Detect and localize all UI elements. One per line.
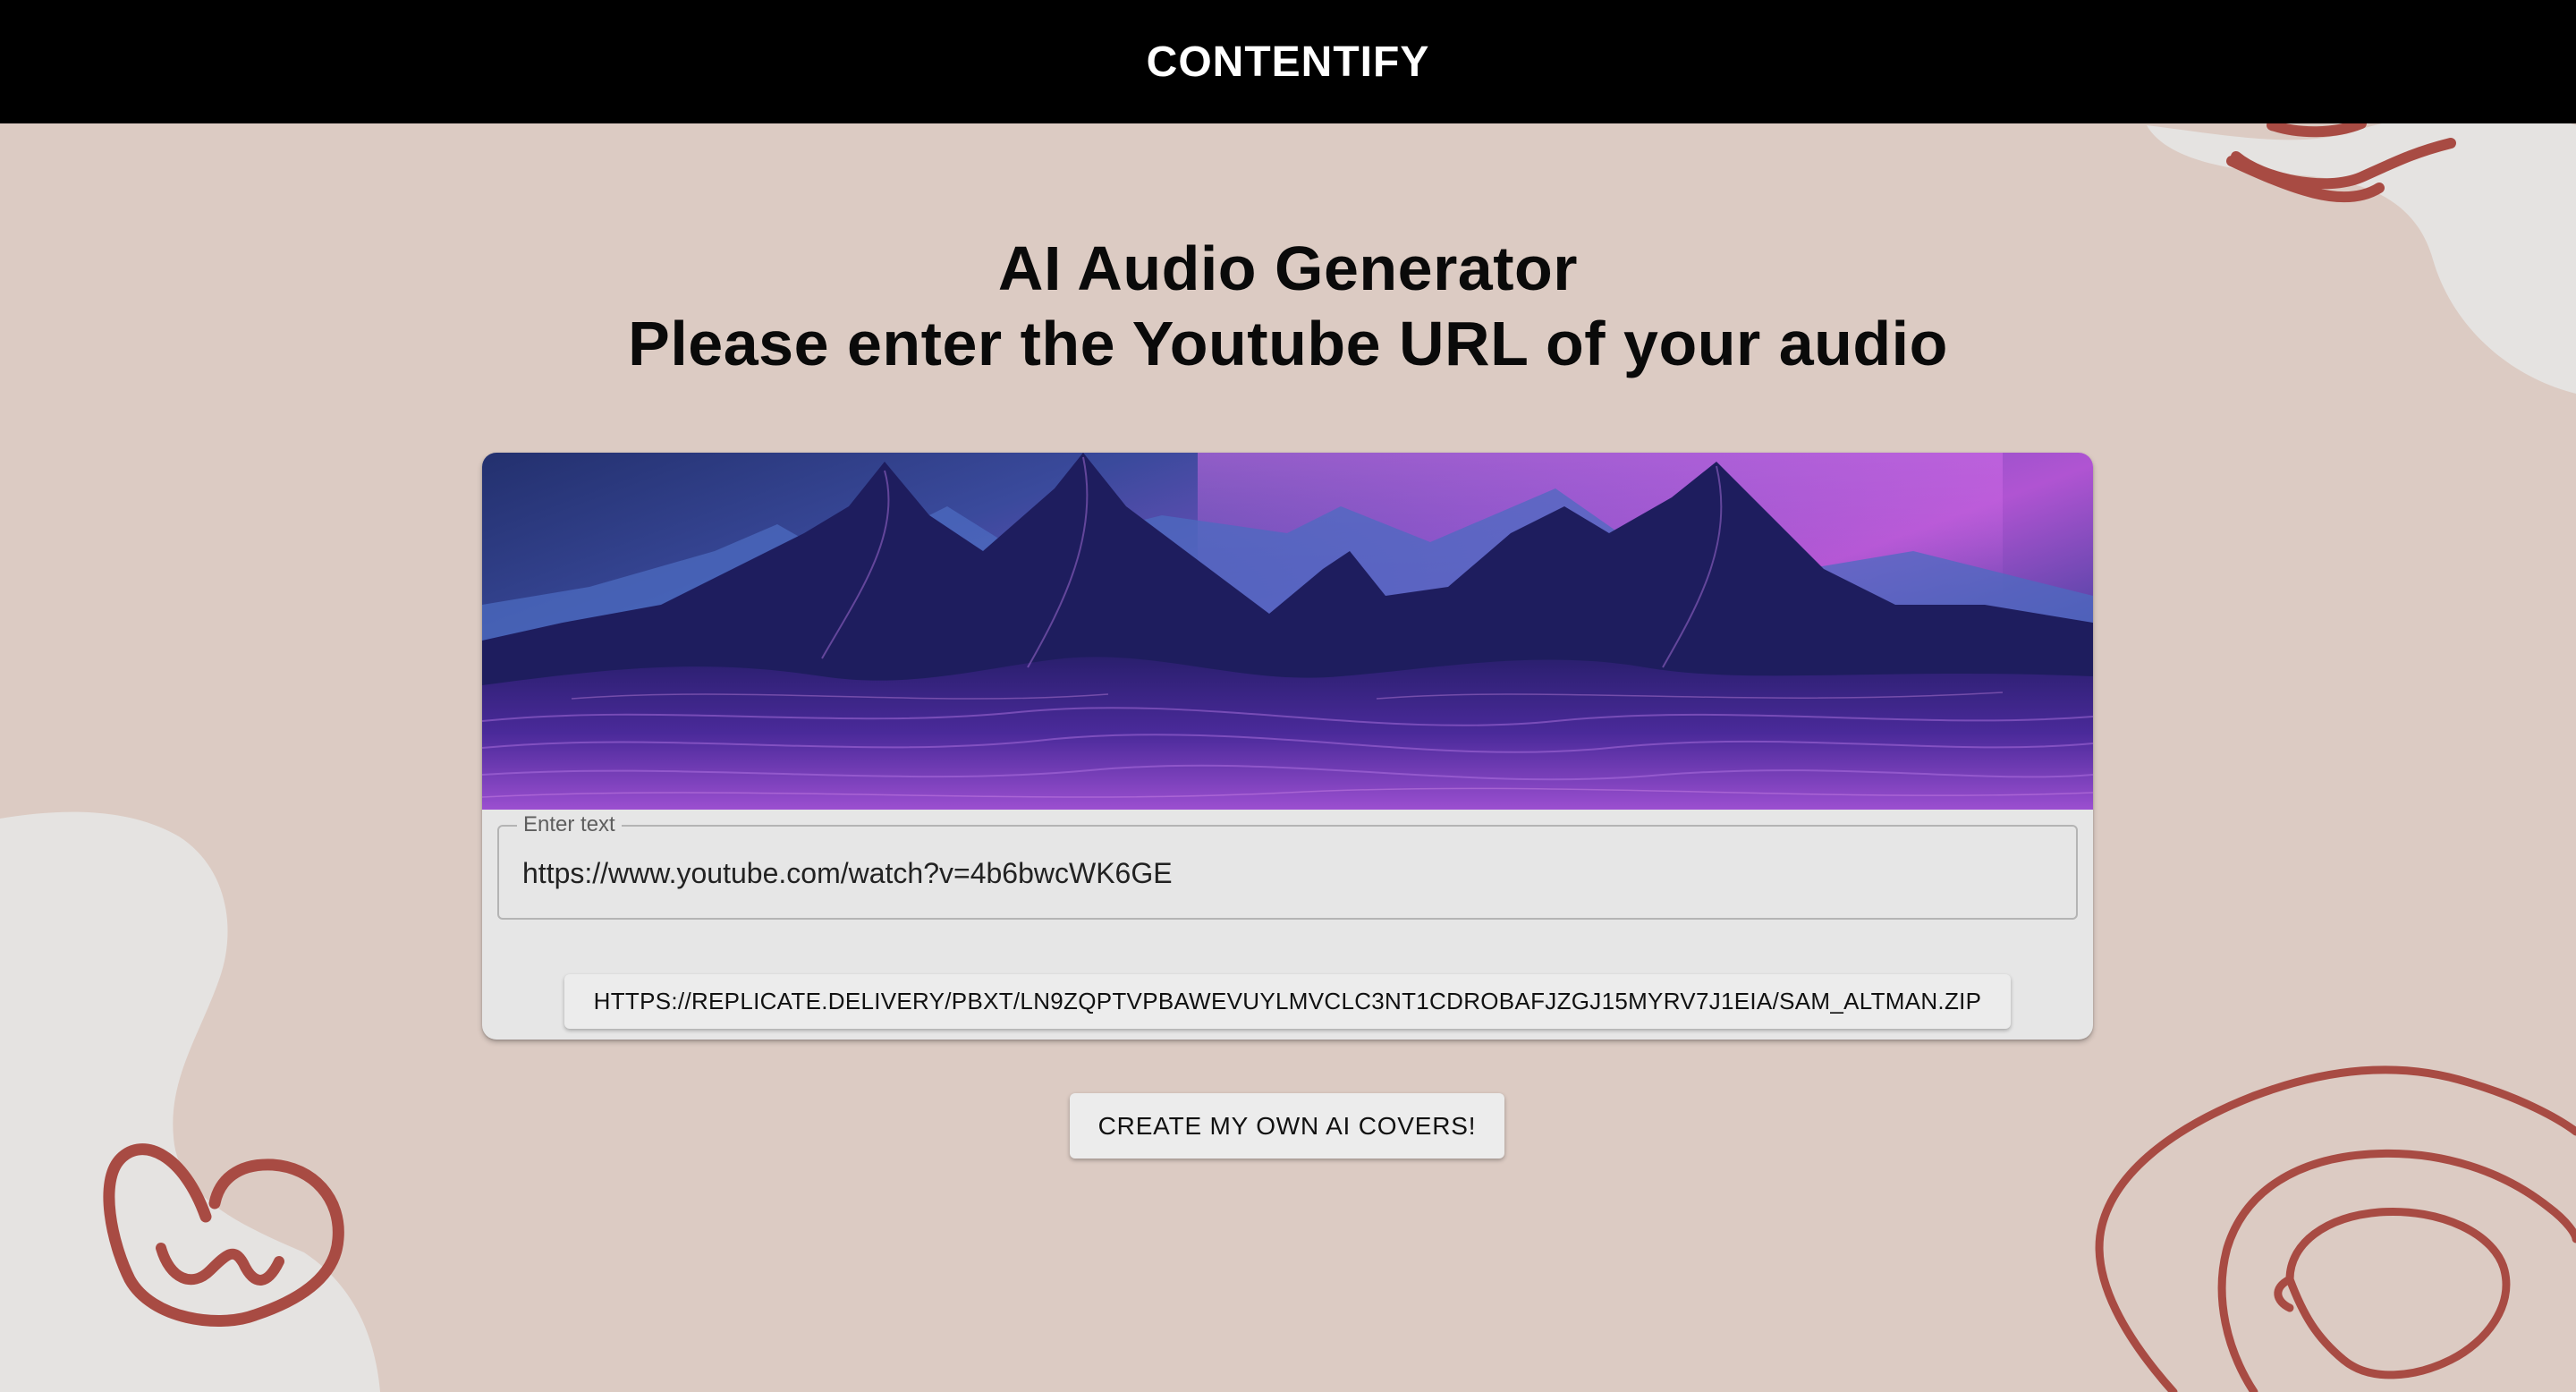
top-navbar: CONTENTIFY xyxy=(0,0,2576,123)
create-ai-covers-button[interactable]: CREATE MY OWN AI COVERS! xyxy=(1070,1093,1504,1159)
bottom-left-blob xyxy=(0,811,380,1392)
purple-mountain-waves-image xyxy=(482,453,2093,810)
page-subtitle: Please enter the Youtube URL of your aud… xyxy=(628,309,1948,378)
audio-generator-card: Enter text HTTPS://REPLICATE.DELIVERY/PB… xyxy=(482,453,2093,1040)
youtube-url-field[interactable]: Enter text xyxy=(497,813,2078,920)
field-label: Enter text xyxy=(517,813,622,836)
download-result-link-button[interactable]: HTTPS://REPLICATE.DELIVERY/PBXT/LN9ZQPTV… xyxy=(564,974,2011,1029)
brand-logo-text[interactable]: CONTENTIFY xyxy=(1147,38,1430,87)
page-heading: AI Audio Generator Please enter the Yout… xyxy=(0,231,2576,381)
bottom-right-squiggle xyxy=(2095,1065,2576,1392)
youtube-url-input[interactable] xyxy=(522,853,2043,893)
page-title: AI Audio Generator xyxy=(997,233,1579,303)
